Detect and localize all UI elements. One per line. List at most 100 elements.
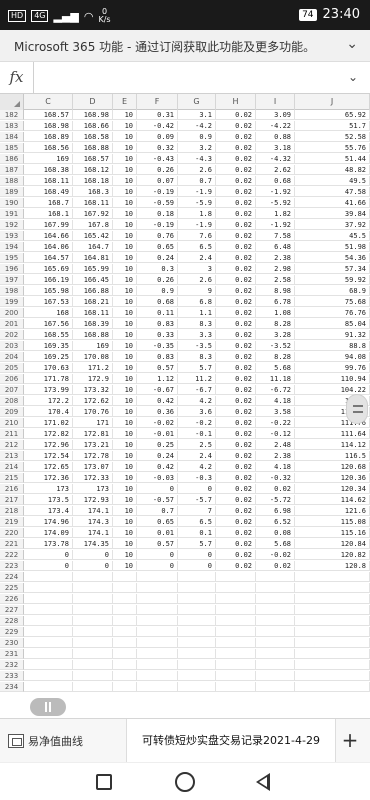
cell-c[interactable]: 168.7 [24,198,73,208]
cell-d[interactable]: 168.88 [73,143,113,153]
cell-f[interactable]: -0.43 [137,154,178,164]
cell-j[interactable]: 76.76 [295,308,370,318]
cell-h[interactable]: 0.02 [216,330,256,340]
cell-d[interactable]: 170.76 [73,407,113,417]
cell-f[interactable]: 0.83 [137,352,178,362]
cell-g[interactable]: -0.3 [178,473,216,483]
cell-j[interactable]: 120.82 [295,550,370,560]
cell-i[interactable]: -3.52 [256,341,295,351]
cell-g[interactable]: 0.1 [178,528,216,538]
row-header[interactable]: 219 [0,517,24,527]
column-header-i[interactable]: I [256,94,295,110]
column-header-c[interactable]: C [24,94,73,110]
cell-j[interactable]: 120.8 [295,561,370,571]
cell-e[interactable]: 10 [113,308,137,318]
cell-h[interactable] [216,682,256,692]
cell-e[interactable] [113,649,137,659]
cell-g[interactable]: 2.5 [178,440,216,450]
cell-i[interactable]: 6.48 [256,242,295,252]
cell-e[interactable]: 10 [113,506,137,516]
cell-i[interactable]: 3.28 [256,330,295,340]
cell-f[interactable] [137,616,178,626]
cell-e[interactable]: 10 [113,473,137,483]
cell-f[interactable]: -0.02 [137,418,178,428]
cell-f[interactable]: 0.31 [137,110,178,120]
cell-i[interactable]: -0.02 [256,550,295,560]
cell-j[interactable] [295,583,370,593]
cell-g[interactable]: 9 [178,286,216,296]
cell-e[interactable]: 10 [113,253,137,263]
cell-d[interactable] [73,671,113,681]
cell-i[interactable]: 4.18 [256,462,295,472]
cell-h[interactable]: 0.02 [216,429,256,439]
row-header[interactable]: 220 [0,528,24,538]
cell-g[interactable] [178,605,216,615]
row-header[interactable]: 229 [0,627,24,637]
cell-h[interactable]: 0.02 [216,440,256,450]
row-header[interactable]: 221 [0,539,24,549]
cell-d[interactable]: 173.07 [73,462,113,472]
row-header[interactable]: 230 [0,638,24,648]
cell-h[interactable]: 0.02 [216,275,256,285]
cell-j[interactable] [295,605,370,615]
row-header[interactable]: 231 [0,649,24,659]
cell-j[interactable]: 59.92 [295,275,370,285]
cell-d[interactable] [73,583,113,593]
cell-h[interactable]: 0.02 [216,286,256,296]
cell-e[interactable]: 10 [113,209,137,219]
row-header[interactable]: 217 [0,495,24,505]
row-header[interactable]: 196 [0,264,24,274]
cell-d[interactable]: 166.45 [73,275,113,285]
cell-j[interactable] [295,638,370,648]
cell-f[interactable]: -0.67 [137,385,178,395]
cell-c[interactable]: 174.09 [24,528,73,538]
cell-h[interactable]: 0.02 [216,132,256,142]
cell-f[interactable]: 0 [137,484,178,494]
cell-d[interactable]: 168.98 [73,110,113,120]
cell-i[interactable] [256,583,295,593]
cell-c[interactable] [24,660,73,670]
cell-e[interactable]: 10 [113,154,137,164]
cell-f[interactable]: -0.57 [137,495,178,505]
cell-i[interactable]: 8.98 [256,286,295,296]
cell-g[interactable]: -4.3 [178,154,216,164]
cell-g[interactable]: -4.2 [178,121,216,131]
cell-h[interactable]: 0.02 [216,539,256,549]
row-header[interactable]: 234 [0,682,24,692]
cell-c[interactable]: 164.66 [24,231,73,241]
cell-g[interactable]: -1.9 [178,220,216,230]
row-header[interactable]: 213 [0,451,24,461]
cell-e[interactable]: 10 [113,319,137,329]
cell-h[interactable]: 0.02 [216,473,256,483]
add-sheet-button[interactable]: + [338,729,362,753]
cell-d[interactable]: 168.39 [73,319,113,329]
cell-h[interactable]: 0.02 [216,319,256,329]
cell-f[interactable]: 0.07 [137,176,178,186]
cell-i[interactable] [256,605,295,615]
chevron-down-icon[interactable]: ⌄ [348,70,358,84]
cell-g[interactable]: -1.9 [178,187,216,197]
cell-j[interactable] [295,671,370,681]
cell-i[interactable] [256,572,295,582]
row-header[interactable]: 226 [0,594,24,604]
cell-e[interactable]: 10 [113,462,137,472]
cell-h[interactable]: 0.02 [216,165,256,175]
cell-c[interactable]: 171.02 [24,418,73,428]
cell-d[interactable] [73,616,113,626]
cell-i[interactable]: 0.02 [256,484,295,494]
cell-h[interactable]: 0.02 [216,528,256,538]
cell-i[interactable]: 2.38 [256,451,295,461]
row-header[interactable]: 190 [0,198,24,208]
cell-d[interactable]: 165.42 [73,231,113,241]
cell-j[interactable]: 111.64 [295,429,370,439]
cell-c[interactable]: 173 [24,484,73,494]
row-header[interactable]: 216 [0,484,24,494]
cell-h[interactable] [216,583,256,593]
cell-g[interactable]: 1.1 [178,308,216,318]
cell-i[interactable]: 0.68 [256,176,295,186]
cell-j[interactable]: 39.84 [295,209,370,219]
sheet-tab-prev[interactable]: 易净值曲线 [8,719,83,763]
cell-f[interactable] [137,605,178,615]
cell-j[interactable]: 120.34 [295,484,370,494]
cell-i[interactable]: -5.92 [256,198,295,208]
